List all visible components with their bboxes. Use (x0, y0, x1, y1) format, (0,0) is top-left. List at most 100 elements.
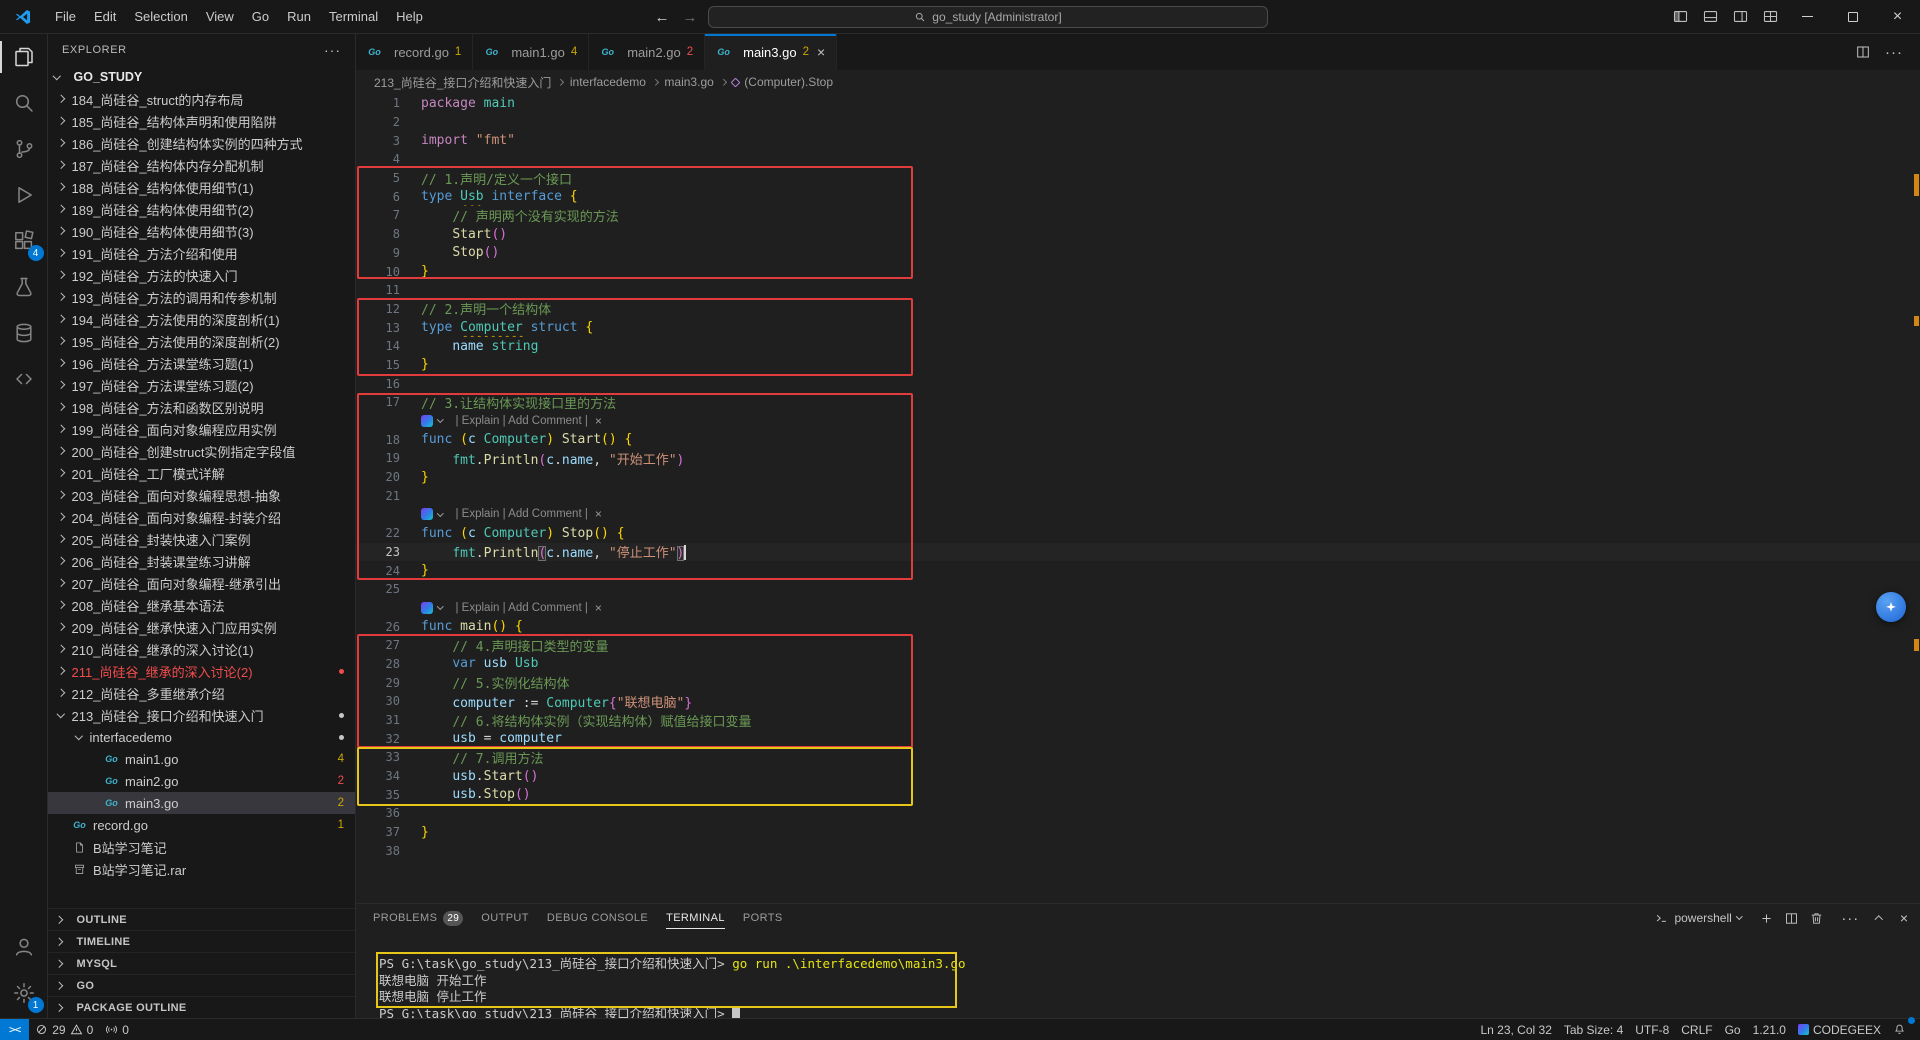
toggle-secondary-sidebar-icon[interactable] (1725, 0, 1755, 33)
code-line-3[interactable]: 3 import "fmt" (356, 131, 1920, 150)
line-number[interactable]: 13 (356, 321, 400, 335)
ports-status[interactable]: 0 (99, 1019, 135, 1040)
explorer-item-195-2[interactable]: 195_尚硅谷_方法使用的深度剖析(2) (48, 330, 355, 352)
code-line-21[interactable]: 21 (356, 486, 1920, 505)
line-number[interactable]: 15 (356, 358, 400, 372)
explorer-item-189-2[interactable]: 189_尚硅谷_结构体使用细节(2) (48, 198, 355, 220)
explorer-item-184-struct[interactable]: 184_尚硅谷_struct的内存布局 (48, 88, 355, 110)
code-line-24[interactable]: 24} (356, 561, 1920, 580)
explorer-item-interfacedemo[interactable]: interfacedemo (48, 726, 355, 748)
line-number[interactable]: 14 (356, 339, 400, 353)
code-line-20[interactable]: 20} (356, 468, 1920, 487)
line-number[interactable]: 8 (356, 227, 400, 241)
code-line-31[interactable]: 31 // 6.将结构体实例（实现结构体）赋值给接口变量 (356, 711, 1920, 729)
line-number[interactable]: 1 (356, 96, 400, 110)
explorer-item-208[interactable]: 208_尚硅谷_继承基本语法 (48, 594, 355, 616)
explorer-item-main1-go[interactable]: Go main1.go 4 (48, 748, 355, 770)
code-line-36[interactable]: 36 (356, 804, 1920, 823)
line-number[interactable]: 17 (356, 395, 400, 409)
explorer-item-193[interactable]: 193_尚硅谷_方法的调用和传参机制 (48, 286, 355, 308)
menu-edit[interactable]: Edit (85, 5, 125, 29)
code-line-1[interactable]: 1 package main (356, 94, 1920, 113)
explorer-item-210-1[interactable]: 210_尚硅谷_继承的深入讨论(1) (48, 638, 355, 660)
tab-record-go[interactable]: Go record.go 1 (356, 34, 474, 70)
panel-tab-ports[interactable]: PORTS (743, 904, 783, 932)
line-number[interactable]: 11 (356, 283, 400, 297)
command-center[interactable]: go_study [Administrator] (708, 6, 1268, 28)
explorer-item-b[interactable]: B站学习笔记 (48, 836, 355, 858)
workspace-root[interactable]: GO_STUDY (48, 66, 355, 88)
tab-main2-go[interactable]: Go main2.go 2 (589, 34, 706, 70)
code-line-8[interactable]: 8 Start() (356, 225, 1920, 244)
section-timeline[interactable]: TIMELINE (48, 930, 355, 952)
close-icon[interactable]: × (817, 44, 825, 60)
line-number[interactable]: 36 (356, 806, 400, 820)
menu-view[interactable]: View (197, 5, 243, 29)
line-number[interactable]: 4 (356, 152, 400, 166)
code-line-34[interactable]: 34 usb.Start() (356, 767, 1920, 786)
close-button[interactable]: × (1875, 0, 1920, 33)
line-number[interactable]: 30 (356, 694, 400, 708)
eol-sequence[interactable]: CRLF (1675, 1019, 1718, 1040)
go-version[interactable]: 1.21.0 (1747, 1019, 1792, 1040)
terminal-output[interactable]: PS G:\task\go_study\213_尚硅谷_接口介绍和快速入门> g… (356, 932, 1920, 1018)
source-control-icon[interactable] (0, 126, 48, 172)
codelens-actions[interactable]: | Explain | Add Comment | (456, 415, 588, 427)
editor[interactable]: 1 package main 2 3 import "fmt" 4 5// 1.声明/定义一… (356, 94, 1920, 903)
explorer-item-197-2[interactable]: 197_尚硅谷_方法课堂练习题(2) (48, 374, 355, 396)
code-line-38[interactable]: 38 (356, 842, 1920, 861)
toggle-sidebar-icon[interactable] (1665, 0, 1695, 33)
line-number[interactable]: 20 (356, 470, 400, 484)
code-line-16[interactable]: 16 (356, 374, 1920, 393)
tab-main1-go[interactable]: Go main1.go 4 (473, 34, 590, 70)
tab-main3-go[interactable]: Go main3.go 2 × (705, 34, 838, 70)
explorer-item-212[interactable]: 212_尚硅谷_多重继承介绍 (48, 682, 355, 704)
line-number[interactable]: 6 (356, 190, 400, 204)
extensions-icon[interactable]: 4 (0, 218, 48, 264)
menu-go[interactable]: Go (243, 5, 278, 29)
maximize-panel-icon[interactable] (1875, 915, 1883, 924)
line-number[interactable]: 18 (356, 433, 400, 447)
problems-status[interactable]: 29 0 (29, 1019, 99, 1040)
code-line-4[interactable]: 4 (356, 150, 1920, 169)
line-number[interactable]: 5 (356, 171, 400, 185)
line-number[interactable]: 35 (356, 788, 400, 802)
explorer-item-record-go[interactable]: Go record.go 1 (48, 814, 355, 836)
panel-tab-output[interactable]: OUTPUT (481, 904, 529, 932)
explorer-item-192[interactable]: 192_尚硅谷_方法的快速入门 (48, 264, 355, 286)
menu-terminal[interactable]: Terminal (320, 5, 387, 29)
kill-terminal-icon[interactable] (1809, 911, 1824, 926)
customize-layout-icon[interactable] (1755, 0, 1785, 33)
code-line-28[interactable]: 28 var usb Usb (356, 655, 1920, 674)
section-outline[interactable]: OUTLINE (48, 908, 355, 930)
explorer-item-209[interactable]: 209_尚硅谷_继承快速入门应用实例 (48, 616, 355, 638)
line-number[interactable]: 25 (356, 582, 400, 596)
code-line-26[interactable]: 26 func main() { (356, 617, 1920, 636)
line-number[interactable]: 38 (356, 844, 400, 858)
section-go[interactable]: GO (48, 974, 355, 996)
code-line-10[interactable]: 10} (356, 262, 1920, 281)
search-icon[interactable] (0, 80, 48, 126)
remote-indicator[interactable]: >< (0, 1019, 30, 1040)
explorer-item-199[interactable]: 199_尚硅谷_面向对象编程应用实例 (48, 418, 355, 440)
code-line-29[interactable]: 29 // 5.实例化结构体 (356, 673, 1920, 692)
code-line-33[interactable]: 33 // 7.调用方法 (356, 748, 1920, 766)
breadcrumb-item-main3-go[interactable]: main3.go (664, 75, 713, 89)
section-package-outline[interactable]: PACKAGE OUTLINE (48, 996, 355, 1018)
back-button[interactable]: ← (652, 9, 672, 26)
line-number[interactable]: 24 (356, 564, 400, 578)
line-number[interactable]: 3 (356, 134, 400, 148)
code-line-37[interactable]: 37} (356, 823, 1920, 842)
code-line-9[interactable]: 9 Stop() (356, 244, 1920, 263)
breadcrumb-item-213[interactable]: 213_尚硅谷_接口介绍和快速入门 (374, 74, 551, 91)
line-number[interactable]: 16 (356, 377, 400, 391)
code-line-7[interactable]: 7 // 声明两个没有实现的方法 (356, 206, 1920, 224)
line-number[interactable]: 27 (356, 638, 400, 652)
testing-icon[interactable] (0, 264, 48, 310)
explorer-item-main3-go[interactable]: Go main3.go 2 (48, 792, 355, 814)
explorer-item-203[interactable]: 203_尚硅谷_面向对象编程思想-抽象 (48, 484, 355, 506)
line-number[interactable]: 21 (356, 489, 400, 503)
menu-run[interactable]: Run (278, 5, 320, 29)
terminal-profile-select[interactable]: powershell (1654, 911, 1749, 926)
minimize-button[interactable] (1785, 0, 1830, 33)
